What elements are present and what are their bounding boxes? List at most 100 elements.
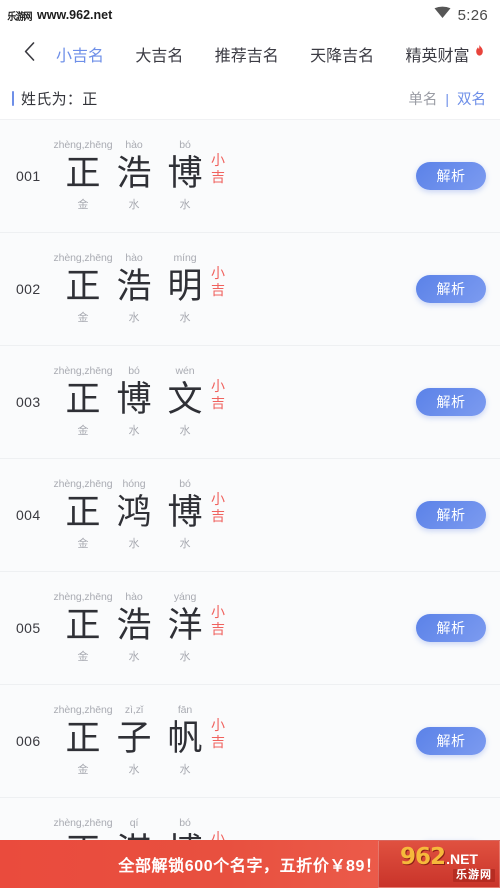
- clock: 5:26: [457, 6, 488, 24]
- character-hanzi: 正: [65, 492, 101, 533]
- analyze-button[interactable]: 解析: [416, 501, 486, 529]
- luck-badge-char: 吉: [211, 281, 225, 298]
- logo-tld-text: .NET: [446, 851, 478, 867]
- character-element: 水: [179, 311, 191, 324]
- name-characters: zhèng,zhēng 正金 zì,zǐ 子水 fān 帆水 小吉: [53, 704, 227, 779]
- row-index: 005: [16, 620, 41, 636]
- luck-badge-char: 吉: [211, 394, 225, 411]
- character-element: 水: [179, 537, 191, 550]
- tab-tuijianjiming[interactable]: 推荐吉名: [215, 40, 279, 68]
- hot-flame-icon: [475, 43, 484, 56]
- character-pinyin: bó: [179, 477, 191, 490]
- toggle-single-name[interactable]: 单名: [408, 88, 437, 109]
- character-hanzi: 博: [167, 492, 203, 533]
- status-bar: 乐游网 www.962.net 5:26: [0, 0, 500, 30]
- accent-bar-icon: [12, 91, 14, 106]
- character-column: hào 浩水: [109, 252, 159, 327]
- character-element: 水: [179, 198, 191, 211]
- row-index: 001: [16, 168, 41, 184]
- luck-badge: 小吉: [209, 152, 227, 186]
- character-pinyin: bó: [179, 138, 191, 151]
- character-hanzi: 文: [167, 379, 203, 420]
- character-pinyin: bó: [128, 364, 140, 377]
- character-hanzi: 帆: [167, 718, 203, 759]
- character-column: wén 文水: [160, 365, 210, 440]
- character-pinyin: hóng: [122, 477, 146, 490]
- character-column: bó 博水: [160, 139, 210, 214]
- luck-badge-char: 吉: [211, 733, 225, 750]
- row-index: 002: [16, 281, 41, 297]
- row-index: 004: [16, 507, 41, 523]
- name-row[interactable]: 002 zhèng,zhēng 正金 hào 浩水 míng 明水 小吉 解析: [0, 233, 500, 346]
- analyze-button[interactable]: 解析: [416, 275, 486, 303]
- name-row[interactable]: 001 zhèng,zhēng 正金 hào 浩水 bó 博水 小吉 解析: [0, 120, 500, 233]
- watermark-badge-label: 乐游网: [7, 11, 32, 23]
- luck-badge-char: 小: [211, 490, 225, 507]
- character-hanzi: 明: [167, 266, 203, 307]
- analyze-button[interactable]: 解析: [416, 388, 486, 416]
- toggle-double-name[interactable]: 双名: [457, 88, 486, 109]
- name-row[interactable]: 006 zhèng,zhēng 正金 zì,zǐ 子水 fān 帆水 小吉 解析: [0, 685, 500, 798]
- character-hanzi: 正: [65, 266, 101, 307]
- character-element: 水: [128, 311, 140, 324]
- character-column: zì,zǐ 子水: [109, 704, 159, 779]
- character-pinyin: zhèng,zhēng: [53, 703, 113, 716]
- tab-list: 小吉名 大吉名 推荐吉名 天降吉名 精英财富: [44, 40, 490, 68]
- promo-banner-text: 全部解锁600个名字，五折价￥89！: [118, 858, 382, 875]
- tab-jingyingcaifu[interactable]: 精英财富: [406, 40, 484, 68]
- name-length-toggle: 单名 | 双名: [408, 88, 486, 109]
- character-column: míng 明水: [160, 252, 210, 327]
- character-hanzi: 浩: [116, 266, 152, 307]
- app-screen: 乐游网 www.962.net 5:26 小吉名 大吉名 推荐吉名 天降吉名 精…: [0, 0, 500, 888]
- back-button[interactable]: [14, 39, 44, 69]
- tab-label: 小吉名: [56, 48, 105, 65]
- surname-bar: 姓氏为：正 单名 | 双名: [0, 78, 500, 120]
- tab-label: 推荐吉名: [214, 48, 279, 65]
- surname-label: 姓氏为：正: [21, 91, 98, 108]
- character-pinyin: zhèng,zhēng: [53, 138, 113, 151]
- character-element: 水: [128, 537, 140, 550]
- character-column: zhèng,zhēng 正金: [53, 139, 112, 214]
- character-element: 水: [179, 650, 191, 663]
- name-list[interactable]: 001 zhèng,zhēng 正金 hào 浩水 bó 博水小吉解析 002 zhèng,zh…: [0, 120, 500, 888]
- character-element: 水: [179, 763, 191, 776]
- site-watermark: 乐游网 www.962.net: [6, 8, 112, 23]
- character-pinyin: hào: [125, 138, 143, 151]
- character-element: 金: [77, 537, 89, 550]
- tab-dajiming[interactable]: 大吉名: [135, 40, 183, 68]
- character-element: 金: [77, 198, 89, 211]
- tab-tianjiangjiming[interactable]: 天降吉名: [310, 40, 374, 68]
- character-pinyin: zhèng,zhēng: [53, 364, 113, 377]
- analyze-button[interactable]: 解析: [416, 614, 486, 642]
- analyze-button[interactable]: 解析: [416, 727, 486, 755]
- luck-badge: 小吉: [209, 491, 227, 525]
- wifi-icon: [434, 6, 451, 24]
- character-hanzi: 正: [65, 605, 101, 646]
- character-column: zhèng,zhēng 正金: [53, 704, 112, 779]
- character-pinyin: zhèng,zhēng: [53, 590, 113, 603]
- character-pinyin: míng: [173, 251, 197, 264]
- luck-badge: 小吉: [209, 378, 227, 412]
- character-element: 金: [77, 650, 89, 663]
- navigation-bar: 小吉名 大吉名 推荐吉名 天降吉名 精英财富: [0, 30, 500, 78]
- character-pinyin: zì,zǐ: [124, 703, 144, 716]
- character-element: 金: [77, 424, 89, 437]
- analyze-button[interactable]: 解析: [416, 162, 486, 190]
- row-index: 006: [16, 733, 41, 749]
- character-element: 水: [128, 763, 140, 776]
- name-characters: zhèng,zhēng 正金 hào 浩水 bó 博水 小吉: [53, 138, 227, 214]
- character-pinyin: bó: [179, 816, 191, 829]
- tab-xiaojiming[interactable]: 小吉名: [56, 40, 104, 68]
- character-column: zhèng,zhēng 正金: [53, 252, 112, 327]
- character-element: 金: [77, 763, 89, 776]
- character-hanzi: 正: [65, 718, 101, 759]
- tab-label: 大吉名: [135, 48, 184, 65]
- promo-banner[interactable]: 全部解锁600个名字，五折价￥89！ 962 .NET 乐游网: [0, 840, 500, 888]
- luck-badge-char: 吉: [211, 620, 225, 637]
- name-row[interactable]: 003 zhèng,zhēng 正金 bó 博水 wén 文水 小吉 解析: [0, 346, 500, 459]
- name-row[interactable]: 005 zhèng,zhēng 正金 hào 浩水 yáng 洋水 小吉 解析: [0, 572, 500, 685]
- row-index: 003: [16, 394, 41, 410]
- character-pinyin: zhèng,zhēng: [53, 477, 113, 490]
- character-element: 水: [128, 198, 140, 211]
- name-row[interactable]: 004 zhèng,zhēng 正金 hóng 鸿水 bó 博水 小吉 解析: [0, 459, 500, 572]
